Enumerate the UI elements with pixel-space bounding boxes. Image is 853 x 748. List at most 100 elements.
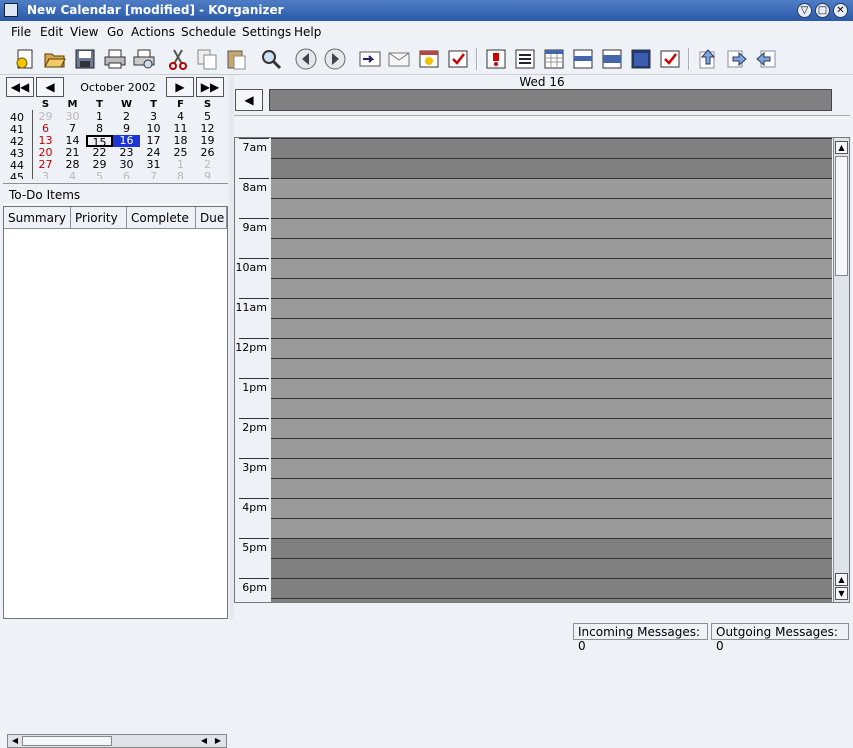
next-month-button[interactable]: ▶ [166,77,194,97]
back-icon[interactable] [754,47,778,71]
menu-go[interactable]: Go [107,25,124,39]
hour-tick [239,298,269,299]
next-icon[interactable] [323,47,347,71]
time-slot[interactable] [271,358,832,378]
time-slot[interactable] [271,458,832,478]
calendar-day[interactable]: 9 [194,171,221,180]
upload-icon[interactable] [696,47,720,71]
menu-view[interactable]: View [70,25,98,39]
time-slot[interactable] [271,198,832,218]
calendar-day[interactable]: 8 [167,171,194,180]
time-slot[interactable] [271,578,832,598]
time-slot[interactable] [271,338,832,358]
export-icon[interactable] [725,47,749,71]
scroll-up-icon[interactable]: ▲ [835,141,848,154]
mail-icon[interactable] [387,47,411,71]
time-slot[interactable] [271,518,832,538]
list-icon[interactable] [513,47,537,71]
new-event-star-icon[interactable] [417,47,441,71]
search-icon[interactable] [259,47,283,71]
todo-horizontal-scrollbar[interactable]: ◀ ◀ ▶ [7,734,227,748]
time-slot[interactable] [271,238,832,258]
week-number[interactable]: 45 [3,171,31,179]
calendar-day[interactable]: 4 [59,171,86,180]
minimize-button[interactable]: ▽ [797,3,812,18]
all-day-area[interactable] [269,89,832,111]
time-slot[interactable] [271,218,832,238]
scroll-left-icon[interactable]: ◀ [198,735,210,747]
calendar-day[interactable]: 3 [32,171,59,180]
import-icon[interactable] [358,47,382,71]
all-day-prev-button[interactable]: ◀ [235,89,263,111]
day-view-icon[interactable] [542,47,566,71]
app-icon[interactable] [4,3,18,17]
view-divider[interactable] [234,115,850,119]
menu-settings[interactable]: Settings [242,25,291,39]
print-icon[interactable] [103,47,127,71]
todo-column-complete[interactable]: Complete [127,207,196,229]
time-slot[interactable] [271,438,832,458]
time-slot[interactable] [271,558,832,578]
month-view-icon[interactable] [629,47,653,71]
menu-actions[interactable]: Actions [131,25,175,39]
menu-edit[interactable]: Edit [40,25,63,39]
hour-tick [239,458,269,459]
paste-icon[interactable] [224,47,248,71]
new-todo-icon[interactable] [446,47,470,71]
week-view-icon[interactable] [600,47,624,71]
time-slot[interactable] [271,158,832,178]
hour-label: 5pm [242,541,267,554]
scroll-thumb[interactable] [22,736,112,746]
time-slot[interactable] [271,178,832,198]
save-icon[interactable] [73,47,97,71]
scroll-right-icon[interactable]: ▶ [212,735,224,747]
time-slot[interactable] [271,498,832,518]
first-month-button[interactable]: ◀◀ [6,77,34,97]
scroll-up-icon[interactable]: ▲ [835,573,848,586]
time-slot[interactable] [271,278,832,298]
menu-file[interactable]: File [11,25,31,39]
time-slot[interactable] [271,598,832,602]
print-preview-icon[interactable] [132,47,156,71]
weekday-header: T [96,99,103,110]
todo-column-due[interactable]: Due [196,207,227,229]
maximize-button[interactable]: □ [815,3,830,18]
time-slot[interactable] [271,258,832,278]
copy-icon[interactable] [195,47,219,71]
time-slot[interactable] [271,398,832,418]
scroll-down-icon[interactable]: ▼ [835,587,848,600]
cut-icon[interactable] [166,47,190,71]
hour-tick [239,378,269,379]
last-month-button[interactable]: ▶▶ [196,77,224,97]
new-event-icon[interactable] [14,47,38,71]
scroll-thumb[interactable] [835,156,848,276]
previous-month-button[interactable]: ◀ [36,77,64,97]
open-icon[interactable] [43,47,67,71]
vertical-scrollbar[interactable]: ▲ ▲ ▼ [833,138,849,602]
todo-view-icon[interactable] [658,47,682,71]
time-slot[interactable] [271,478,832,498]
calendar-day[interactable]: 6 [113,171,140,180]
time-slot[interactable] [271,378,832,398]
todo-column-summary[interactable]: Summary [4,207,71,229]
close-button[interactable]: ✕ [833,3,848,18]
menu-schedule[interactable]: Schedule [181,25,236,39]
calendar-day[interactable]: 5 [86,171,113,180]
time-slot[interactable] [271,298,832,318]
work-week-icon[interactable] [571,47,595,71]
whats-next-icon[interactable] [484,47,508,71]
calendar-day[interactable]: 8 [86,123,113,135]
time-slot[interactable] [271,538,832,558]
hour-tick [239,138,269,139]
menu-help[interactable]: Help [294,25,321,39]
todo-column-priority[interactable]: Priority [71,207,127,229]
previous-icon[interactable] [294,47,318,71]
calendar-day[interactable]: 7 [140,171,167,180]
scroll-left-icon[interactable]: ◀ [9,735,21,747]
hour-label: 10am [235,261,267,274]
time-slot[interactable] [271,318,832,338]
todo-list[interactable]: Summary Priority Complete Due ◀ ◀ ▶ [3,206,228,748]
time-grid[interactable]: ▲ ▲ ▼ 7am 8am 9am 10am 11am 12pm 1pm 2pm 3pm 4pm 5… [234,137,850,603]
time-slot[interactable] [271,418,832,438]
time-slot[interactable] [271,138,832,158]
